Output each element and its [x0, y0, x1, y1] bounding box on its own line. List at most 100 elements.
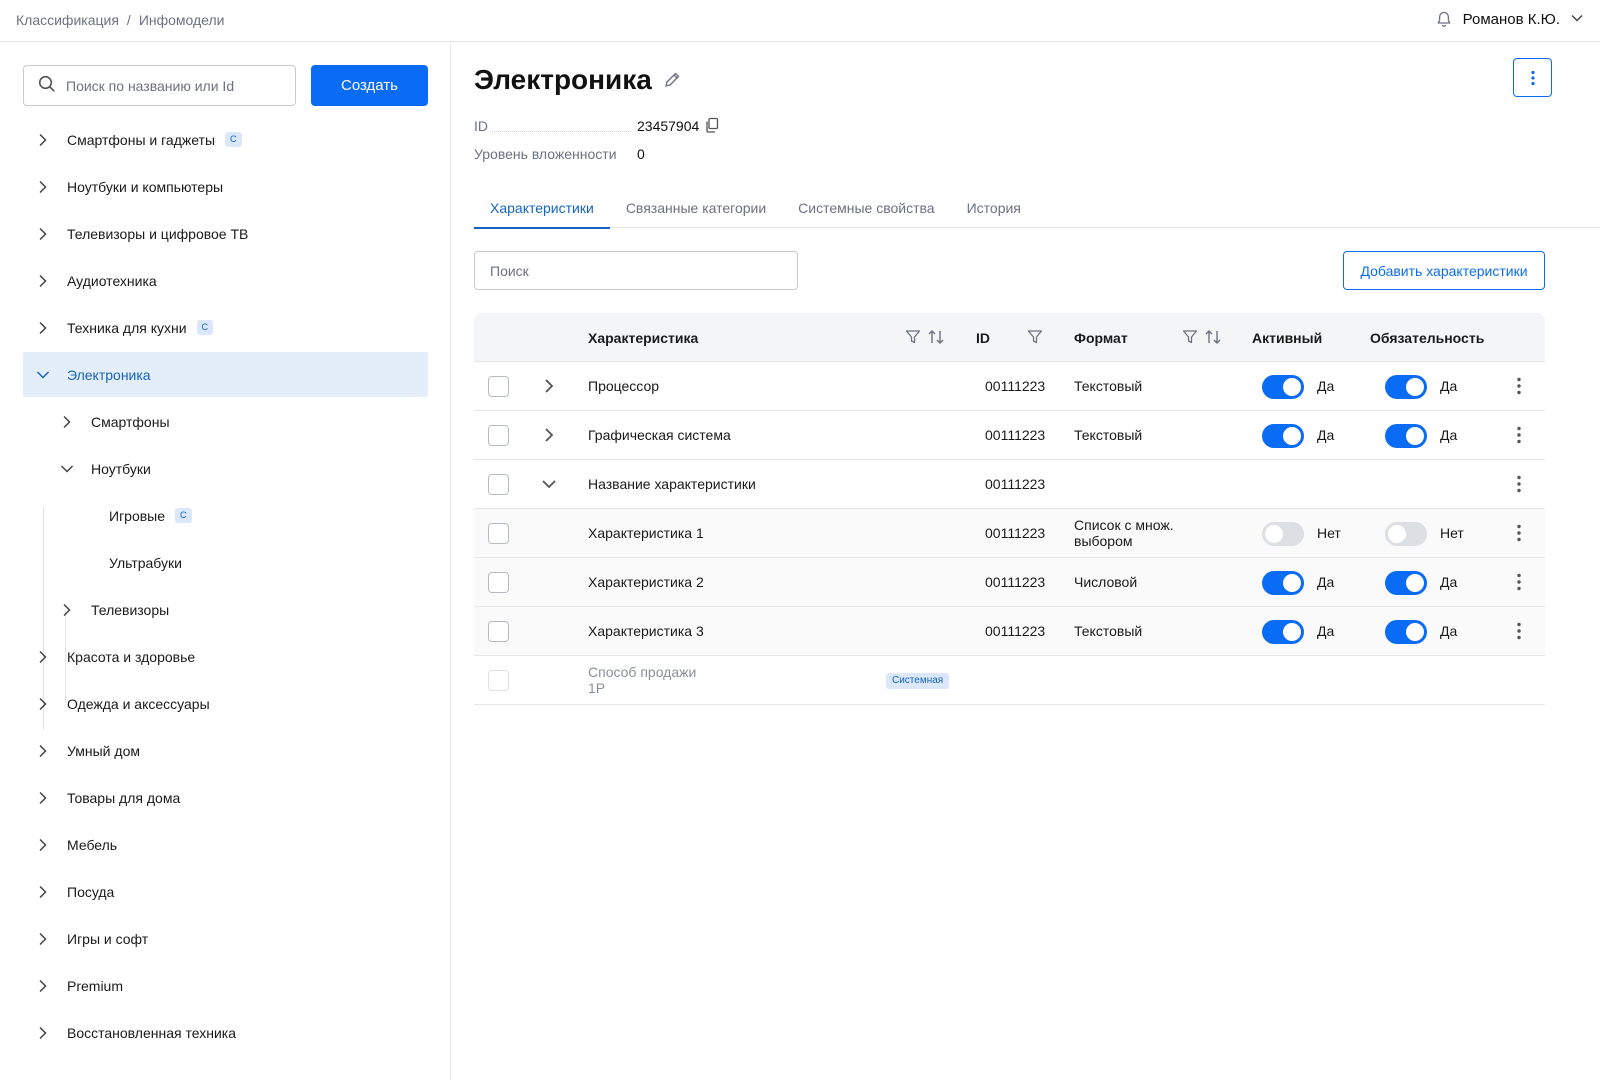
breadcrumb-classification[interactable]: Классификация	[16, 12, 119, 28]
chevron-right-icon[interactable]	[35, 273, 51, 289]
chevron-right-icon[interactable]	[35, 743, 51, 759]
tree-item-refurbished[interactable]: Восстановленная техника	[23, 1009, 428, 1056]
table-row[interactable]: Характеристика 3 00111223 Текстовый Да Д…	[474, 607, 1545, 656]
chevron-right-icon[interactable]	[540, 377, 558, 395]
add-characteristics-button[interactable]: Добавить характеристики	[1343, 251, 1545, 290]
chevron-right-icon[interactable]	[35, 649, 51, 665]
header-characteristic[interactable]: Характеристика	[588, 313, 698, 362]
chevron-right-icon[interactable]	[59, 602, 75, 618]
required-toggle[interactable]	[1385, 375, 1427, 399]
chevron-down-icon[interactable]	[59, 461, 75, 477]
chevron-right-icon[interactable]	[59, 414, 75, 430]
row-checkbox[interactable]	[488, 621, 509, 642]
sort-icon[interactable]	[1204, 328, 1222, 346]
tree-item-electronics[interactable]: Электроника	[23, 352, 428, 397]
row-checkbox[interactable]	[488, 572, 509, 593]
header-id[interactable]: ID	[976, 313, 990, 362]
chevron-down-icon[interactable]	[35, 367, 51, 383]
chevron-right-icon[interactable]	[35, 931, 51, 947]
tree-item-kitchen[interactable]: Техника для кухни С	[23, 304, 428, 351]
tree-item-furniture[interactable]: Мебель	[23, 821, 428, 868]
more-vertical-icon[interactable]	[1510, 523, 1528, 543]
required-toggle[interactable]	[1385, 571, 1427, 595]
tree-item-tv[interactable]: Телевизоры и цифровое ТВ	[23, 210, 428, 257]
header-required[interactable]: Обязательность	[1370, 313, 1484, 362]
top-bar: Классификация / Инфомодели Романов К.Ю.	[0, 0, 1600, 42]
required-toggle[interactable]	[1385, 620, 1427, 644]
header-active[interactable]: Активный	[1252, 313, 1322, 362]
user-name[interactable]: Романов К.Ю.	[1463, 11, 1560, 28]
tree-item-smartphones[interactable]: Смартфоны	[23, 398, 428, 445]
sort-icon[interactable]	[927, 328, 945, 346]
tree-item-ultrabooks[interactable]: Ультрабуки	[23, 539, 428, 586]
table-row[interactable]: Характеристика 1 00111223 Список с множ.…	[474, 509, 1545, 558]
chevron-right-icon[interactable]	[35, 1025, 51, 1041]
table-row[interactable]: Процессор 00111223 Текстовый Да Да	[474, 362, 1545, 411]
tree-item-gaming[interactable]: Игровые С	[23, 492, 428, 539]
chevron-right-icon[interactable]	[35, 884, 51, 900]
chevron-right-icon[interactable]	[35, 696, 51, 712]
table-row[interactable]: Характеристика 2 00111223 Числовой Да Да	[474, 558, 1545, 607]
tree-item-beauty[interactable]: Красота и здоровье	[23, 633, 428, 680]
tree-item-laptops-computers[interactable]: Ноутбуки и компьютеры	[23, 163, 428, 210]
chevron-down-icon[interactable]	[540, 475, 558, 493]
tree-item-games-software[interactable]: Игры и софт	[23, 915, 428, 962]
active-toggle[interactable]	[1262, 620, 1304, 644]
more-vertical-icon[interactable]	[1510, 572, 1528, 592]
tree-item-smartphones-gadgets[interactable]: Смартфоны и гаджеты С	[23, 116, 428, 163]
row-checkbox[interactable]	[488, 474, 509, 495]
tree-item-audio[interactable]: Аудиотехника	[23, 257, 428, 304]
filter-icon[interactable]	[1181, 328, 1199, 346]
active-toggle[interactable]	[1262, 571, 1304, 595]
chevron-right-icon[interactable]	[35, 132, 51, 148]
tree-item-premium[interactable]: Premium	[23, 962, 428, 1009]
chevron-right-icon[interactable]	[35, 179, 51, 195]
required-toggle[interactable]	[1385, 424, 1427, 448]
filter-icon[interactable]	[1026, 328, 1044, 346]
chevron-right-icon[interactable]	[35, 978, 51, 994]
row-checkbox[interactable]	[488, 376, 509, 397]
chevron-right-icon[interactable]	[35, 837, 51, 853]
more-vertical-icon[interactable]	[1510, 621, 1528, 641]
table-row[interactable]: Графическая система 00111223 Текстовый Д…	[474, 411, 1545, 460]
tab-characteristics[interactable]: Характеристики	[474, 188, 610, 229]
meta-id-value-wrap: 23457904	[637, 117, 719, 136]
more-vertical-icon[interactable]	[1510, 474, 1528, 494]
active-toggle[interactable]	[1262, 424, 1304, 448]
chevron-down-icon[interactable]	[1570, 11, 1584, 28]
more-vertical-icon[interactable]	[1510, 376, 1528, 396]
row-checkbox[interactable]	[488, 425, 509, 446]
tree-item-laptops[interactable]: Ноутбуки	[23, 445, 428, 492]
tab-system-properties[interactable]: Системные свойства	[782, 188, 950, 228]
tree-item-home-goods[interactable]: Товары для дома	[23, 774, 428, 821]
characteristics-search[interactable]	[474, 251, 798, 290]
table-row-group[interactable]: Название характеристики 00111223	[474, 460, 1545, 509]
breadcrumb-infomodels[interactable]: Инфомодели	[139, 12, 225, 28]
sidebar-search[interactable]	[23, 65, 296, 106]
pencil-icon[interactable]	[662, 70, 682, 90]
chevron-right-icon[interactable]	[35, 790, 51, 806]
more-actions-button[interactable]	[1513, 58, 1552, 97]
tab-related-categories[interactable]: Связанные категории	[610, 188, 782, 228]
tree-item-tableware[interactable]: Посуда	[23, 868, 428, 915]
filter-icon[interactable]	[904, 328, 922, 346]
row-checkbox[interactable]	[488, 523, 509, 544]
chevron-right-icon[interactable]	[540, 426, 558, 444]
meta-level-value: 0	[637, 146, 645, 162]
tree-item-smart-home[interactable]: Умный дом	[23, 727, 428, 774]
more-vertical-icon[interactable]	[1510, 425, 1528, 445]
active-toggle[interactable]	[1262, 522, 1304, 546]
bell-icon[interactable]	[1435, 10, 1453, 28]
header-format[interactable]: Формат	[1074, 313, 1128, 362]
characteristics-search-input[interactable]	[490, 262, 780, 279]
tab-history[interactable]: История	[951, 188, 1037, 228]
chevron-right-icon[interactable]	[35, 226, 51, 242]
sidebar-search-input[interactable]	[66, 77, 286, 94]
create-button[interactable]: Создать	[311, 65, 428, 106]
required-toggle[interactable]	[1385, 522, 1427, 546]
active-toggle[interactable]	[1262, 375, 1304, 399]
tree-item-clothing[interactable]: Одежда и аксессуары	[23, 680, 428, 727]
chevron-right-icon[interactable]	[35, 320, 51, 336]
tree-item-televisions[interactable]: Телевизоры	[23, 586, 428, 633]
copy-icon[interactable]	[705, 117, 719, 136]
